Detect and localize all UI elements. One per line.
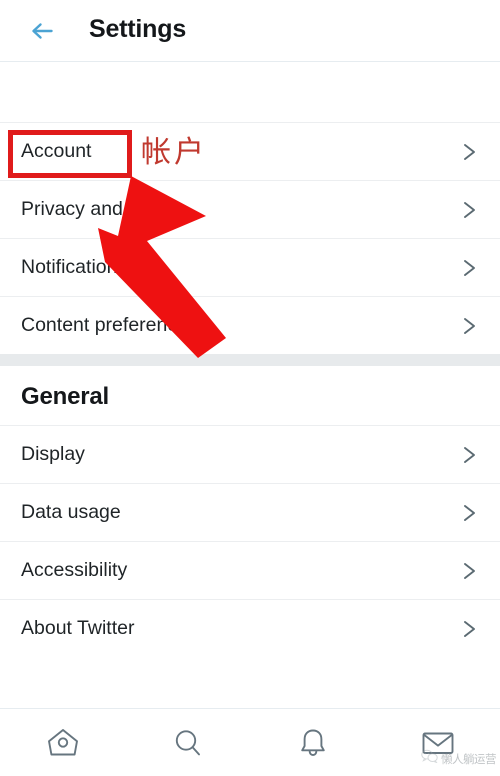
settings-screen: Settings Account Privacy and s Notificat…	[0, 0, 500, 776]
row-label: About Twitter	[21, 617, 135, 639]
row-label: Display	[21, 443, 85, 465]
row-label: Data usage	[21, 501, 121, 523]
settings-row-account[interactable]: Account	[0, 122, 500, 180]
row-label: Notifications	[21, 256, 128, 278]
section-title: General	[21, 383, 109, 410]
section-divider-band	[0, 354, 500, 366]
chevron-right-icon	[461, 560, 479, 582]
chevron-right-icon	[461, 257, 479, 279]
nav-item-home[interactable]	[0, 709, 125, 776]
list-top-spacer	[0, 62, 500, 122]
back-button[interactable]	[22, 12, 62, 50]
list-bottom-spacer	[0, 657, 500, 705]
settings-row-accessibility[interactable]: Accessibility	[0, 541, 500, 599]
settings-row-privacy-and-safety[interactable]: Privacy and s	[0, 180, 500, 238]
chevron-right-icon	[461, 199, 479, 221]
nav-item-messages[interactable]	[375, 709, 500, 776]
bell-icon	[293, 726, 333, 760]
settings-row-content-preferences[interactable]: Content preferences	[0, 296, 500, 354]
nav-item-search[interactable]	[125, 709, 250, 776]
app-header: Settings	[0, 0, 500, 62]
mail-icon	[418, 726, 458, 760]
row-label: Accessibility	[21, 559, 128, 581]
row-label: Content preferences	[21, 314, 198, 336]
chevron-right-icon	[461, 315, 479, 337]
nav-item-notifications[interactable]	[250, 709, 375, 776]
section-header-general: General	[0, 366, 500, 425]
settings-row-data-usage[interactable]: Data usage	[0, 483, 500, 541]
chevron-right-icon	[461, 618, 479, 640]
search-icon	[168, 726, 208, 760]
chevron-right-icon	[461, 141, 479, 163]
row-label: Account	[21, 140, 92, 162]
bottom-navigation-bar: 懒人躺运营	[0, 708, 500, 776]
home-icon	[43, 726, 83, 760]
settings-row-notifications[interactable]: Notifications	[0, 238, 500, 296]
settings-row-about-twitter[interactable]: About Twitter	[0, 599, 500, 657]
chevron-right-icon	[461, 502, 479, 524]
chevron-right-icon	[461, 444, 479, 466]
settings-row-display[interactable]: Display	[0, 425, 500, 483]
page-title: Settings	[89, 15, 187, 43]
row-label: Privacy and s	[21, 198, 139, 220]
settings-list: Account Privacy and s Notifications Cont…	[0, 62, 500, 705]
arrow-left-icon	[29, 20, 55, 42]
